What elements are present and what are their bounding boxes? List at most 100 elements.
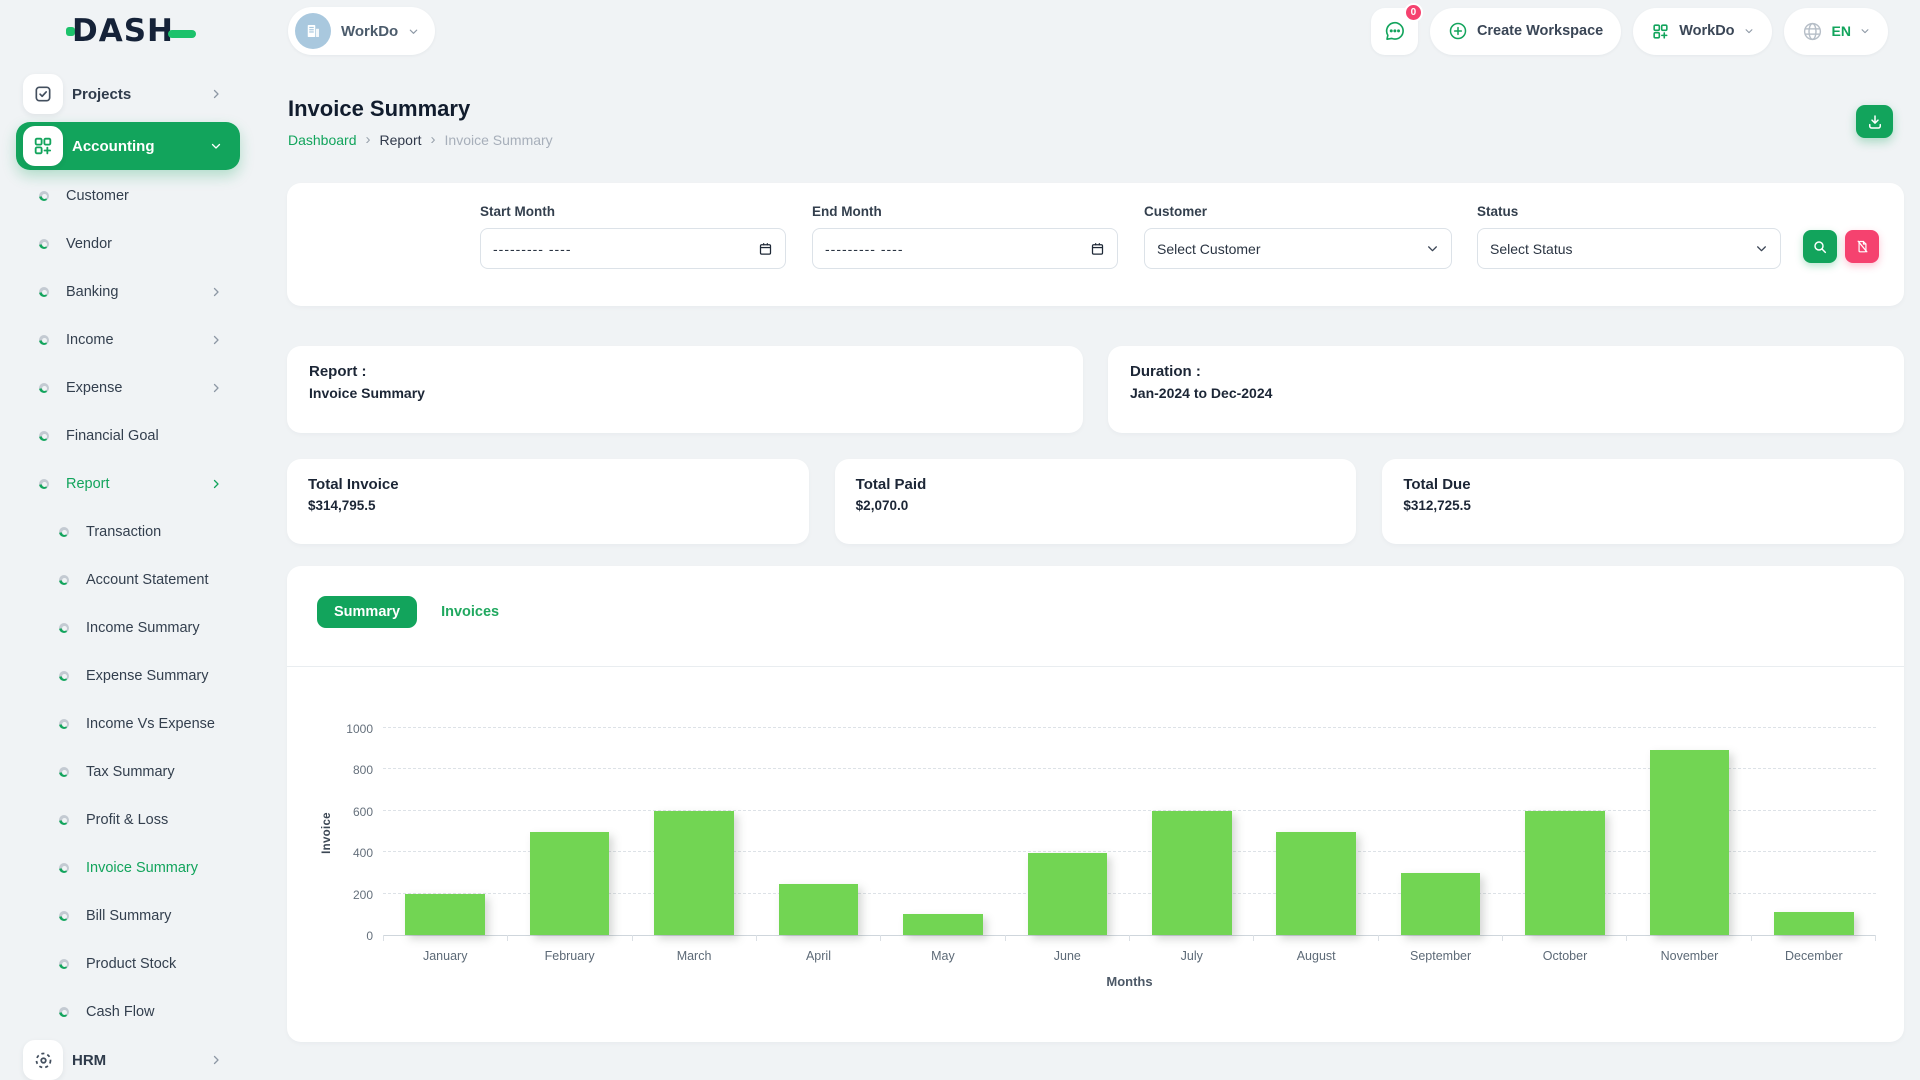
- tab-summary[interactable]: Summary: [317, 596, 417, 628]
- sidebar-item-tax-summary[interactable]: Tax Summary: [0, 748, 255, 796]
- sidebar-item-income[interactable]: Income: [0, 316, 255, 364]
- sidebar-item-report[interactable]: Report: [0, 460, 255, 508]
- stats-row: Total Invoice$314,795.5Total Paid$2,070.…: [287, 459, 1904, 544]
- status-select[interactable]: Select Status: [1477, 228, 1781, 269]
- sidebar-item-banking[interactable]: Banking: [0, 268, 255, 316]
- sidebar-item-label: Financial Goal: [66, 428, 159, 444]
- plus-circle-icon: [1448, 21, 1468, 41]
- report-info-card: Report : Invoice Summary: [287, 346, 1083, 433]
- tab-invoices[interactable]: Invoices: [441, 604, 499, 620]
- sidebar-item-projects[interactable]: Projects: [0, 70, 255, 118]
- breadcrumb-item-dashboard[interactable]: Dashboard: [288, 132, 357, 148]
- sidebar-item-label: Banking: [66, 284, 118, 300]
- sidebar-item-label: Expense: [66, 380, 122, 396]
- total-due-card: Total Due$312,725.5: [1382, 459, 1904, 544]
- grid-plus-icon: [23, 126, 63, 166]
- target-icon: [23, 1040, 63, 1080]
- y-tick-label: 1000: [346, 722, 373, 736]
- bar-june: [1028, 853, 1108, 935]
- x-axis-tick-marks: [383, 935, 1876, 941]
- bar-slot-april: [756, 729, 880, 935]
- globe-icon: [1802, 21, 1823, 42]
- total-invoice-label: Total Invoice: [308, 476, 788, 493]
- breadcrumb-item-report: Report: [380, 132, 422, 148]
- chevron-down-icon: [1744, 26, 1754, 36]
- bar-november: [1650, 750, 1730, 935]
- filter-panel: Start Month --------- ---- End Month ---…: [287, 183, 1904, 306]
- sidebar-item-product-stock[interactable]: Product Stock: [0, 940, 255, 988]
- sidebar-item-expense-summary[interactable]: Expense Summary: [0, 652, 255, 700]
- gridline: [383, 727, 1876, 728]
- sidebar-item-invoice-summary[interactable]: Invoice Summary: [0, 844, 255, 892]
- x-tick-label-october: October: [1503, 949, 1627, 963]
- download-report-button[interactable]: [1856, 105, 1893, 138]
- bullet-icon: [59, 1007, 69, 1017]
- bullet-icon: [59, 671, 69, 681]
- sidebar-item-accounting[interactable]: Accounting: [16, 122, 240, 170]
- y-tick-label: 400: [353, 846, 373, 860]
- sidebar-item-hrm[interactable]: HRM: [0, 1036, 255, 1080]
- x-tick-label-april: April: [756, 949, 880, 963]
- create-workspace-button[interactable]: Create Workspace: [1430, 8, 1621, 55]
- bar-slot-may: [881, 729, 1005, 935]
- bullet-icon: [59, 911, 69, 921]
- bullet-icon: [39, 239, 49, 249]
- logo-text: DASH: [72, 13, 174, 49]
- sidebar-item-bill-summary[interactable]: Bill Summary: [0, 892, 255, 940]
- report-tabs: Summary Invoices: [287, 596, 1904, 667]
- messages-button[interactable]: 0: [1371, 8, 1418, 55]
- search-icon: [1812, 239, 1828, 255]
- bullet-icon: [59, 719, 69, 729]
- total-paid-label: Total Paid: [856, 476, 1336, 493]
- start-month-label: Start Month: [480, 204, 786, 219]
- start-month-input[interactable]: --------- ----: [480, 228, 786, 269]
- bar-slot-february: [507, 729, 631, 935]
- sidebar-item-label: Report: [66, 476, 110, 492]
- app-logo[interactable]: DASH: [66, 13, 196, 49]
- reset-filter-button[interactable]: [1845, 230, 1879, 263]
- bar-january: [405, 894, 485, 935]
- bar-august: [1276, 832, 1356, 935]
- bar-march: [654, 811, 734, 935]
- chevron-down-icon: [1755, 242, 1768, 255]
- workdo-menu-label: WorkDo: [1679, 23, 1734, 39]
- sidebar-item-label: Customer: [66, 188, 129, 204]
- bar-december: [1774, 912, 1854, 935]
- end-month-input[interactable]: --------- ----: [812, 228, 1118, 269]
- sidebar-item-financial-goal[interactable]: Financial Goal: [0, 412, 255, 460]
- sidebar-item-expense[interactable]: Expense: [0, 364, 255, 412]
- sidebar-item-transaction[interactable]: Transaction: [0, 508, 255, 556]
- sidebar-item-income-vs-expense[interactable]: Income Vs Expense: [0, 700, 255, 748]
- sidebar-item-cash-flow[interactable]: Cash Flow: [0, 988, 255, 1036]
- sidebar-item-label: HRM: [72, 1052, 106, 1069]
- duration-info-value: Jan-2024 to Dec-2024: [1130, 385, 1882, 401]
- sidebar-item-customer[interactable]: Customer: [0, 172, 255, 220]
- total-due-label: Total Due: [1403, 476, 1883, 493]
- language-selector[interactable]: EN: [1784, 8, 1888, 55]
- x-tick-label-january: January: [383, 949, 507, 963]
- bullet-icon: [59, 863, 69, 873]
- customer-select[interactable]: Select Customer: [1144, 228, 1452, 269]
- sidebar-item-label: Invoice Summary: [86, 860, 198, 876]
- workspace-selector[interactable]: WorkDo: [288, 7, 435, 55]
- grid-plus-icon: [1651, 22, 1670, 41]
- bullet-icon: [59, 815, 69, 825]
- x-axis-title: Months: [383, 974, 1876, 989]
- calendar-icon: [758, 241, 773, 256]
- sidebar-item-label: Vendor: [66, 236, 112, 252]
- sidebar-item-income-summary[interactable]: Income Summary: [0, 604, 255, 652]
- sidebar-item-profit-loss[interactable]: Profit & Loss: [0, 796, 255, 844]
- apply-filter-button[interactable]: [1803, 230, 1837, 263]
- x-tick-label-december: December: [1752, 949, 1876, 963]
- bar-series: [383, 729, 1876, 935]
- sidebar-item-label: Product Stock: [86, 956, 176, 972]
- bullet-icon: [59, 623, 69, 633]
- sidebar-item-label: Projects: [72, 86, 131, 103]
- y-tick-label: 0: [366, 929, 373, 943]
- sidebar-item-account-statement[interactable]: Account Statement: [0, 556, 255, 604]
- bar-slot-january: [383, 729, 507, 935]
- bullet-icon: [39, 335, 49, 345]
- workdo-menu-button[interactable]: WorkDo: [1633, 8, 1771, 55]
- sidebar-item-vendor[interactable]: Vendor: [0, 220, 255, 268]
- bullet-icon: [39, 383, 49, 393]
